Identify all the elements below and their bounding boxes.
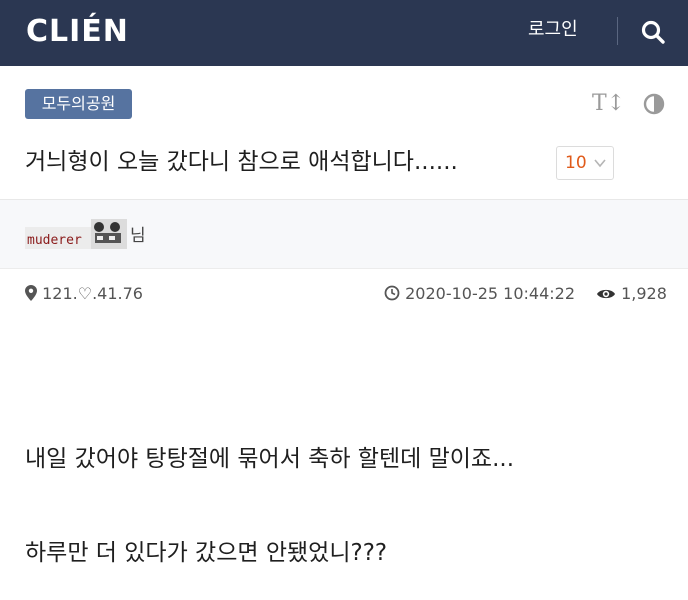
search-button[interactable]	[638, 17, 668, 47]
post-timestamp-text: 2020-10-25 10:44:22	[405, 284, 576, 303]
post-body-line: 하루만 더 있다가 갔으면 안됐었니???	[25, 540, 388, 566]
author-suffix: 님	[130, 226, 146, 246]
post-views-text: 1,928	[621, 284, 667, 303]
eye-icon	[597, 289, 615, 299]
topbar-divider	[617, 17, 618, 45]
post-ip-text: 121.♡.41.76	[42, 284, 143, 303]
comment-count: 10	[565, 153, 587, 173]
post-timestamp: 2020-10-25 10:44:22	[384, 282, 575, 306]
contrast-toggle-button[interactable]	[642, 92, 666, 116]
post-views: 1,928	[596, 282, 667, 306]
author-nickname-image-text: muderer	[27, 233, 82, 248]
comment-count-button[interactable]: 10	[556, 146, 614, 180]
text-size-icon: T↕	[592, 91, 626, 116]
post-ip: 121.♡.41.76	[25, 282, 143, 306]
board-category-tag[interactable]: 모두의공원	[25, 89, 132, 119]
post-body-line: 내일 갔어야 탕탕절에 묶어서 축하 할텐데 말이죠...	[25, 446, 514, 472]
login-link[interactable]: 로그인	[528, 17, 578, 43]
post-title: 거늬형이 오늘 갔다니 참으로 애석합니다......	[25, 149, 458, 175]
font-size-button[interactable]: T↕	[592, 90, 625, 118]
chevron-down-icon	[594, 159, 606, 168]
site-logo[interactable]: CLIÉN	[26, 13, 129, 51]
clock-icon	[384, 285, 400, 301]
location-pin-icon	[25, 285, 37, 301]
contrast-icon	[643, 93, 665, 115]
top-navigation-bar: CLIÉN 로그인	[0, 0, 688, 66]
search-icon	[641, 20, 665, 44]
author-nickname-image[interactable]: muderer	[25, 219, 127, 251]
